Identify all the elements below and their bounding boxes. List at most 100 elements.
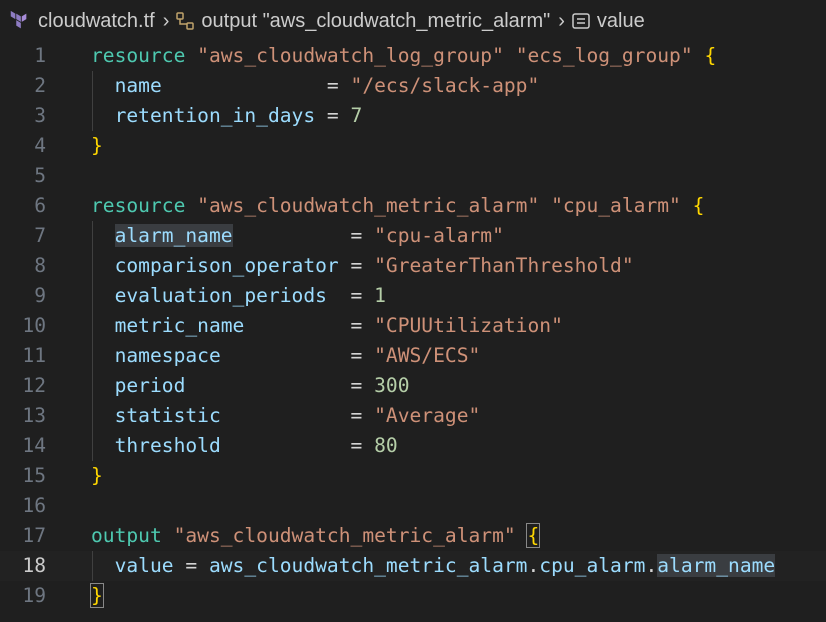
code-area[interactable]: 1 resource "aws_cloudwatch_log_group" "ec… [0, 41, 826, 611]
code-token: "aws_cloudwatch_log_group" [197, 44, 504, 67]
line-number: 7 [34, 224, 46, 247]
line-number: 19 [22, 584, 46, 607]
breadcrumb-file[interactable]: cloudwatch.tf [8, 10, 155, 33]
code-line[interactable]: 14 threshold = 80 [0, 431, 826, 461]
code-token: = [326, 284, 375, 307]
code-line[interactable]: 2 name = "/ecs/slack-app" [0, 71, 826, 101]
code-line[interactable]: 18 value = aws_cloudwatch_metric_alarm.c… [0, 551, 826, 581]
line-text[interactable]: statistic = "Average" [91, 401, 481, 431]
code-line[interactable]: 11 namespace = "AWS/ECS" [0, 341, 826, 371]
code-token: threshold [114, 434, 221, 457]
breadcrumb-value[interactable]: value [571, 10, 645, 33]
chevron-right-icon: › [162, 9, 170, 32]
code-token: value [114, 554, 174, 577]
line-number: 11 [22, 344, 46, 367]
code-token: } [91, 134, 103, 157]
code-token: } [91, 464, 103, 487]
code-token: statistic [114, 404, 221, 427]
code-line[interactable]: 8 comparison_operator = "GreaterThanThre… [0, 251, 826, 281]
code-token: "cpu-alarm" [374, 224, 504, 247]
line-number: 16 [22, 494, 46, 517]
line-number: 12 [22, 374, 46, 397]
line-number: 13 [22, 404, 46, 427]
code-line[interactable]: 4} [0, 131, 826, 161]
line-text[interactable]: output "aws_cloudwatch_metric_alarm" { [91, 521, 541, 551]
line-text[interactable]: alarm_name = "cpu-alarm" [91, 221, 504, 251]
code-token: = [220, 344, 375, 367]
line-number: 17 [22, 524, 46, 547]
code-line[interactable]: 17 output "aws_cloudwatch_metric_alarm" { [0, 521, 826, 551]
line-text[interactable]: namespace = "AWS/ECS" [91, 341, 481, 371]
line-number: 8 [34, 254, 46, 277]
indent-guide [92, 71, 93, 131]
line-text[interactable]: retention_in_days = 7 [91, 101, 363, 131]
code-line[interactable]: 6 resource "aws_cloudwatch_metric_alarm" … [0, 191, 826, 221]
code-line[interactable]: 16 [0, 491, 826, 521]
line-number: 5 [34, 164, 46, 187]
code-token: aws_cloudwatch_metric_alarm [208, 554, 528, 577]
code-token: = [185, 374, 375, 397]
code-token: { [692, 194, 705, 217]
code-token: } [90, 583, 104, 608]
line-text[interactable]: } [90, 581, 104, 611]
line-number: 9 [34, 284, 46, 307]
indent-guide [92, 551, 93, 581]
code-line[interactable]: 1 resource "aws_cloudwatch_log_group" "ec… [0, 41, 826, 71]
breadcrumb-output[interactable]: output "aws_cloudwatch_metric_alarm" [175, 10, 550, 33]
line-text[interactable]: } [91, 131, 103, 161]
breadcrumb-file-label: cloudwatch.tf [38, 9, 155, 32]
line-text[interactable]: name = "/ecs/slack-app" [91, 71, 540, 101]
code-token: namespace [114, 344, 221, 367]
breadcrumb: cloudwatch.tf › output "aws_cloudwatch_m… [0, 0, 826, 42]
code-line[interactable]: 19} [0, 581, 826, 611]
code-token: . [527, 554, 540, 577]
line-text[interactable]: period = 300 [91, 371, 410, 401]
code-token: resource [91, 44, 186, 67]
line-text[interactable]: resource "aws_cloudwatch_log_group" "ecs… [91, 41, 716, 71]
code-editor[interactable]: cloudwatch.tf › output "aws_cloudwatch_m… [0, 0, 826, 622]
code-line[interactable]: 9 evaluation_periods = 1 [0, 281, 826, 311]
code-token: . [645, 554, 658, 577]
code-line[interactable]: 7 alarm_name = "cpu-alarm" [0, 221, 826, 251]
code-line[interactable]: 5 [0, 161, 826, 191]
code-line[interactable]: 12 period = 300 [0, 371, 826, 401]
code-line[interactable]: 10 metric_name = "CPUUtilization" [0, 311, 826, 341]
code-token: comparison_operator [114, 254, 339, 277]
line-text[interactable]: threshold = 80 [91, 431, 398, 461]
line-text[interactable]: resource "aws_cloudwatch_metric_alarm" "… [91, 191, 704, 221]
terraform-icon [10, 10, 27, 29]
code-token: = [220, 434, 375, 457]
line-text[interactable]: comparison_operator = "GreaterThanThresh… [91, 251, 634, 281]
code-token: retention_in_days [114, 104, 316, 127]
symbol-structure-icon [176, 12, 195, 30]
code-token: resource [91, 194, 186, 217]
line-text[interactable]: evaluation_periods = 1 [91, 281, 386, 311]
code-token: "cpu_alarm" [551, 194, 681, 217]
line-text[interactable]: value = aws_cloudwatch_metric_alarm.cpu_… [91, 551, 776, 581]
code-line[interactable]: 13 statistic = "Average" [0, 401, 826, 431]
code-token: { [704, 44, 717, 67]
code-token: "aws_cloudwatch_metric_alarm" [197, 194, 540, 217]
code-token: "AWS/ECS" [374, 344, 481, 367]
line-text[interactable]: metric_name = "CPUUtilization" [91, 311, 563, 341]
code-token: = [161, 74, 351, 97]
line-number: 15 [22, 464, 46, 487]
line-text[interactable]: } [91, 461, 103, 491]
code-token: = [244, 314, 375, 337]
code-line[interactable]: 15} [0, 461, 826, 491]
code-token: cpu_alarm [539, 554, 646, 577]
code-line[interactable]: 3 retention_in_days = 7 [0, 101, 826, 131]
code-token: 7 [350, 104, 363, 127]
indent-guide [92, 221, 93, 461]
